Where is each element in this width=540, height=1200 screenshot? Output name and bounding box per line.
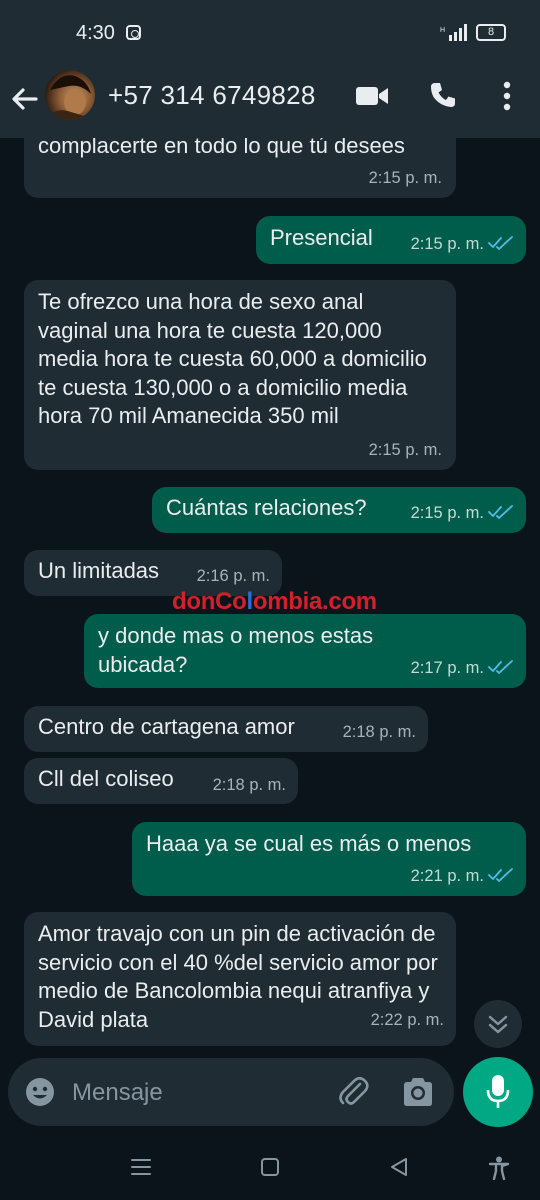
message-outgoing[interactable]: Cuántas relaciones? 2:15 p. m.	[152, 487, 526, 533]
status-time: 4:30	[76, 22, 115, 44]
chat-area[interactable]: complacerte en todo lo que tú desees 2:1…	[0, 138, 540, 1056]
watermark-logo: donColombia.com	[172, 588, 377, 615]
message-time: 2:18 p. m.	[342, 722, 416, 741]
mic-icon	[486, 1075, 510, 1108]
message-time: 2:22 p. m.	[370, 1010, 444, 1029]
message-incoming[interactable]: complacerte en todo lo que tú desees 2:1…	[24, 138, 456, 198]
message-composer	[8, 1058, 454, 1126]
system-nav-bar	[0, 1134, 540, 1200]
scroll-to-bottom-button[interactable]	[474, 1000, 522, 1048]
message-text: Haaa ya se cual es más o menos	[146, 831, 472, 856]
recent-apps-icon[interactable]	[130, 1156, 152, 1178]
attach-icon[interactable]	[336, 1075, 370, 1109]
message-text: y donde mas o menos estas ubicada?	[98, 623, 374, 677]
contact-name[interactable]: +57 314 6749828	[108, 80, 316, 111]
camera-icon[interactable]	[401, 1076, 435, 1108]
message-incoming[interactable]: Centro de cartagena amor 2:18 p. m.	[24, 706, 428, 752]
chat-header: +57 314 6749828	[0, 62, 540, 138]
more-options-icon[interactable]	[495, 78, 519, 114]
read-ticks-icon	[488, 867, 513, 882]
battery-icon: 8	[476, 24, 506, 41]
read-ticks-icon	[488, 659, 513, 674]
message-input[interactable]	[72, 1076, 312, 1110]
message-time: 2:15 p. m.	[411, 230, 514, 259]
double-chevron-down-icon	[488, 1015, 508, 1034]
message-outgoing[interactable]: y donde mas o menos estas ubicada? 2:17 …	[84, 614, 526, 688]
message-time: 2:16 p. m.	[196, 566, 270, 585]
message-time: 2:15 p. m.	[411, 499, 514, 528]
message-time: 2:15 p. m.	[368, 440, 442, 459]
signal-icon: H	[440, 24, 467, 41]
emoji-icon[interactable]	[24, 1076, 56, 1108]
accessibility-icon[interactable]	[488, 1156, 510, 1180]
contact-avatar[interactable]	[45, 70, 95, 120]
message-time: 2:15 p. m.	[368, 168, 442, 187]
message-time: 2:18 p. m.	[212, 775, 286, 794]
back-arrow-icon[interactable]	[8, 82, 42, 116]
home-icon[interactable]	[259, 1156, 281, 1178]
message-outgoing[interactable]: Presencial 2:15 p. m.	[256, 216, 526, 264]
message-outgoing[interactable]: Haaa ya se cual es más o menos 2:21 p. m…	[132, 822, 526, 896]
svg-text:H: H	[440, 27, 445, 34]
message-time: 2:17 p. m.	[411, 654, 514, 683]
back-nav-icon[interactable]	[388, 1156, 410, 1178]
message-incoming[interactable]: Cll del coliseo 2:18 p. m.	[24, 758, 298, 804]
instagram-icon	[126, 25, 141, 40]
message-text: Te ofrezco una hora de sexo anal vaginal…	[38, 289, 427, 428]
message-incoming[interactable]: Amor travajo con un pin de activación de…	[24, 912, 456, 1046]
phone-icon[interactable]	[428, 80, 458, 110]
read-ticks-icon	[488, 504, 513, 519]
status-bar: 4:30 H 8	[0, 0, 540, 62]
video-call-icon[interactable]	[354, 82, 390, 110]
message-text: complacerte en todo lo que tú desees	[38, 138, 405, 158]
message-time: 2:21 p. m.	[411, 862, 514, 891]
read-ticks-icon	[488, 235, 513, 250]
message-incoming[interactable]: Te ofrezco una hora de sexo anal vaginal…	[24, 280, 456, 470]
voice-message-button[interactable]	[463, 1057, 533, 1127]
